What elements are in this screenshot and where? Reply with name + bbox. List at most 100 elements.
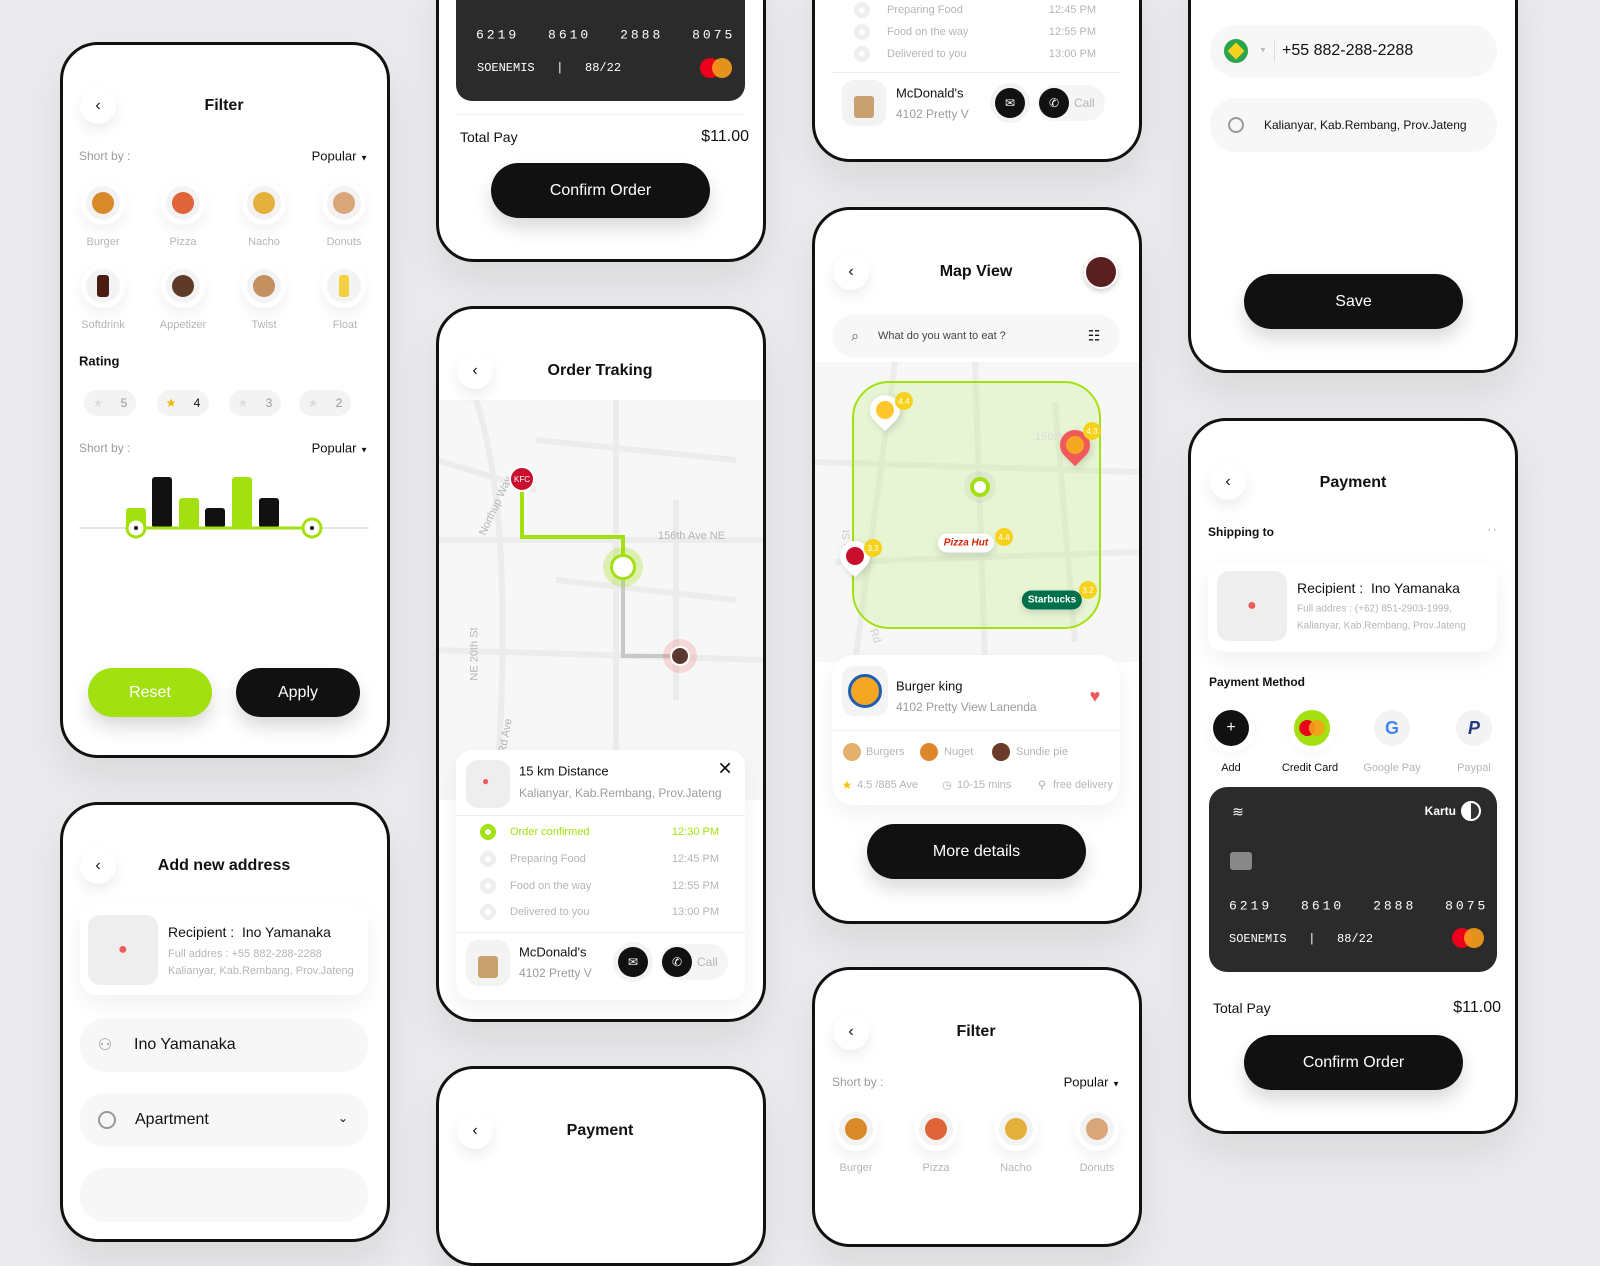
restaurant-pin-kfc[interactable]: KFC <box>509 466 535 492</box>
caret-down-icon[interactable]: ▼ <box>1259 46 1267 55</box>
user-avatar[interactable] <box>1084 255 1118 289</box>
back-button[interactable]: ‹ <box>457 1113 493 1149</box>
food-label: Nacho <box>248 236 280 248</box>
page-title: Filter <box>204 97 244 114</box>
step-dot <box>480 851 496 867</box>
message-button[interactable]: ✉ <box>995 88 1025 118</box>
full-address: Kalianyar, Kab.Rembang, Prov.Jateng <box>1297 620 1466 632</box>
next-input[interactable] <box>80 1168 368 1222</box>
rating-pill-3[interactable]: ★ 3 <box>229 390 281 416</box>
food-nacho[interactable] <box>242 181 286 225</box>
shipping-label: Shipping to <box>1208 525 1274 539</box>
divider <box>832 72 1121 73</box>
heart-icon[interactable]: ♥ <box>1078 679 1112 713</box>
card-expiry: 88/22 <box>585 61 622 75</box>
merchant-address: 4102 Pretty V <box>896 107 969 121</box>
rating-badge: 4.4 <box>895 392 913 410</box>
confirm-order-button[interactable]: Confirm Order <box>1244 1035 1463 1090</box>
search-icon: ⌕ <box>851 327 859 344</box>
apply-button[interactable]: Apply <box>236 668 360 717</box>
star-icon: ★ <box>92 396 104 410</box>
confirm-order-button[interactable]: Confirm Order <box>491 163 710 218</box>
payment-method-label: Payment Method <box>1209 675 1306 689</box>
credit-card[interactable] <box>456 0 745 101</box>
food-label: Pizza <box>922 1162 950 1174</box>
food-softdrink[interactable] <box>81 264 125 308</box>
rating-label: Rating <box>79 353 120 369</box>
food-nacho[interactable] <box>994 1107 1038 1151</box>
price-range-slider[interactable] <box>79 470 369 545</box>
card-expiry: 88/22 <box>1337 932 1374 946</box>
food-donuts[interactable] <box>1075 1107 1119 1151</box>
food-label: Donuts <box>1079 1162 1115 1174</box>
filter-icon[interactable]: ☷ <box>1088 328 1101 345</box>
step-dot <box>480 878 496 894</box>
rating-pill-2[interactable]: ★ 2 <box>299 390 351 416</box>
food-float[interactable] <box>322 264 366 308</box>
step-time: 12:55 PM <box>671 880 719 892</box>
step-dot <box>854 2 870 18</box>
food-appetizer[interactable] <box>161 264 205 308</box>
order-tracking-screen: ‹ Order Traking Northup Way 156th Ave NE… <box>436 306 766 1022</box>
food-label: Nacho <box>1000 1162 1032 1174</box>
food-pizza[interactable] <box>161 181 205 225</box>
back-button[interactable]: ‹ <box>833 1014 869 1050</box>
step-label: Delivered to you <box>510 906 590 918</box>
nuget-icon <box>920 743 938 761</box>
map[interactable] <box>815 362 1140 662</box>
full-address: Full addres : +55 882-288-2288 <box>168 948 322 960</box>
map-pin-starbucks[interactable]: Starbucks <box>1021 590 1083 610</box>
food-burger[interactable] <box>81 181 125 225</box>
method-label: Paypal <box>1457 762 1491 774</box>
merchant-name: McDonald's <box>519 944 587 960</box>
sort-dropdown[interactable]: Popular ▼ <box>312 149 368 164</box>
address-type-select[interactable] <box>80 1093 368 1147</box>
food-pizza[interactable] <box>914 1107 958 1151</box>
pie-icon <box>992 743 1010 761</box>
rating-value: 3 <box>265 396 273 410</box>
payment-screen: ‹ Payment Shipping to ·· ● Recipient : I… <box>1188 418 1518 1134</box>
location-pin-icon: ● <box>1247 597 1257 614</box>
more-details-button[interactable]: More details <box>867 824 1086 879</box>
courier-marker <box>603 547 643 587</box>
back-button[interactable]: ‹ <box>833 254 869 290</box>
sort-label: Short by : <box>79 149 131 163</box>
reset-button[interactable]: Reset <box>88 668 212 717</box>
more-icon[interactable]: ·· <box>1487 521 1498 539</box>
sort-label: Short by : <box>79 441 131 455</box>
credit-card-method[interactable] <box>1294 710 1330 746</box>
sort-value: Popular <box>311 148 357 164</box>
google-icon: G <box>1384 717 1399 738</box>
step-time: 12:30 PM <box>671 826 719 838</box>
food-burger[interactable] <box>834 1107 878 1151</box>
bike-icon: ⚲ <box>1037 779 1047 792</box>
rating-pill-4[interactable]: ★ 4 <box>157 390 209 416</box>
star-icon: ★ <box>841 778 853 792</box>
divider <box>456 932 745 933</box>
sort-dropdown[interactable]: Popular ▼ <box>312 441 368 456</box>
rating-pill-5[interactable]: ★ 5 <box>84 390 136 416</box>
food-label: Softdrink <box>81 319 125 331</box>
step-time: 12:45 PM <box>1048 4 1096 16</box>
back-button[interactable]: ‹ <box>80 88 116 124</box>
search-placeholder: What do you want to eat ? <box>878 330 1006 342</box>
step-label: Food on the way <box>510 880 592 892</box>
save-button[interactable]: Save <box>1244 274 1463 329</box>
card-toggle[interactable] <box>1461 801 1481 821</box>
close-icon[interactable]: ✕ <box>717 759 732 780</box>
back-button[interactable]: ‹ <box>80 848 116 884</box>
step-time: 13:00 PM <box>671 906 719 918</box>
google-pay-method[interactable]: G <box>1374 710 1410 746</box>
map-view-screen: ‹ Map View ⌕ What do you want to eat ? ☷… <box>812 207 1142 924</box>
back-button[interactable]: ‹ <box>1210 464 1246 500</box>
food-donuts[interactable] <box>322 181 366 225</box>
message-button[interactable]: ✉ <box>618 947 648 977</box>
sort-dropdown[interactable]: Popular ▼ <box>1064 1075 1120 1090</box>
full-address: Kalianyar, Kab.Rembang, Prov.Jateng <box>168 965 354 977</box>
food-twist[interactable] <box>242 264 286 308</box>
map-pin-pizza-hut[interactable]: Pizza Hut <box>937 533 995 553</box>
location-pin-icon: ● <box>482 774 490 788</box>
paypal-method[interactable]: P <box>1456 710 1492 746</box>
merchant-name: McDonald's <box>896 85 964 101</box>
add-method-button[interactable]: + <box>1213 710 1249 746</box>
